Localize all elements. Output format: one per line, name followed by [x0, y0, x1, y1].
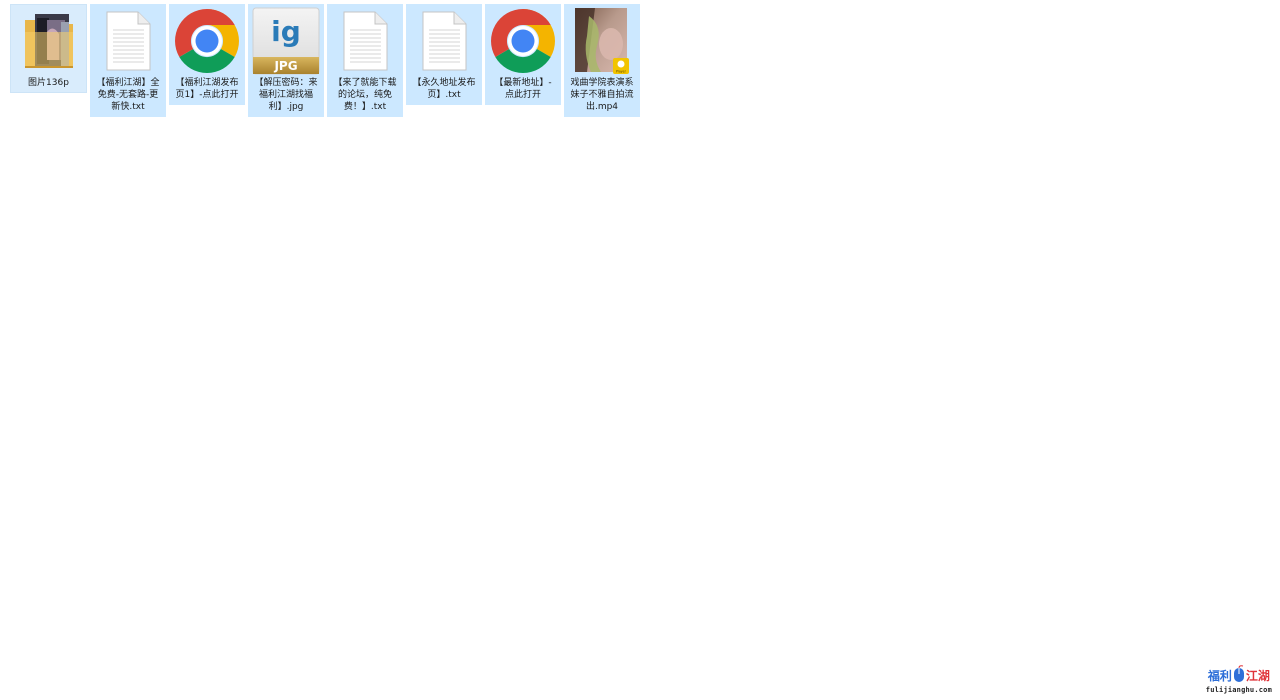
file-item-photo-folder[interactable]: 图片136p	[10, 4, 87, 93]
file-item-jpg[interactable]: ig JPG 【解压密码：来福利江湖找福利】.jpg	[248, 4, 324, 117]
text-file-icon	[409, 6, 479, 76]
file-label: 图片136p	[28, 78, 69, 88]
watermark-text-left: 福利	[1207, 668, 1232, 683]
file-item-chrome-1[interactable]: 【福利江湖发布页1】-点此打开	[169, 4, 245, 105]
file-grid: 图片136p 【福利江湖】全免费-无套路-更新快.txt 【福利江湖发布页1】-…	[10, 4, 643, 117]
chrome-icon	[172, 6, 242, 76]
chrome-icon	[488, 6, 558, 76]
file-label: 戏曲学院表演系妹子不雅自拍流出.mp4	[570, 78, 634, 112]
jpg-badge: JPG	[273, 59, 297, 73]
player-badge: Player	[616, 70, 627, 74]
watermark-logo: 福利 江湖 fulijianghu.com	[1206, 665, 1272, 694]
text-file-icon	[93, 6, 163, 76]
file-label: 【来了就能下载的论坛，纯免费！】.txt	[333, 78, 397, 112]
svg-text:ig: ig	[271, 15, 301, 48]
file-label: 【福利江湖】全免费-无套路-更新快.txt	[96, 78, 160, 112]
desktop: 图片136p 【福利江湖】全免费-无套路-更新快.txt 【福利江湖发布页1】-…	[0, 0, 1280, 700]
mouse-icon	[1232, 665, 1246, 686]
file-item-chrome-2[interactable]: 【最新地址】-点此打开	[485, 4, 561, 105]
file-item-txt-2[interactable]: 【来了就能下载的论坛，纯免费！】.txt	[327, 4, 403, 117]
photo-folder-icon	[14, 6, 84, 76]
text-file-icon	[330, 6, 400, 76]
file-label: 【最新地址】-点此打开	[494, 78, 552, 100]
jpg-file-icon: ig JPG	[251, 6, 321, 76]
file-item-txt-1[interactable]: 【福利江湖】全免费-无套路-更新快.txt	[90, 4, 166, 117]
file-item-video[interactable]: Player 戏曲学院表演系妹子不雅自拍流出.mp4	[564, 4, 640, 117]
file-label: 【永久地址发布页】.txt	[412, 78, 476, 100]
file-label: 【解压密码：来福利江湖找福利】.jpg	[254, 78, 318, 112]
watermark-url: fulijianghu.com	[1205, 686, 1272, 694]
watermark-text-right: 江湖	[1245, 668, 1270, 683]
watermark-wordmark: 福利 江湖	[1208, 665, 1270, 686]
video-thumbnail-icon: Player	[567, 6, 637, 76]
file-label: 【福利江湖发布页1】-点此打开	[175, 78, 239, 100]
file-item-txt-3[interactable]: 【永久地址发布页】.txt	[406, 4, 482, 105]
